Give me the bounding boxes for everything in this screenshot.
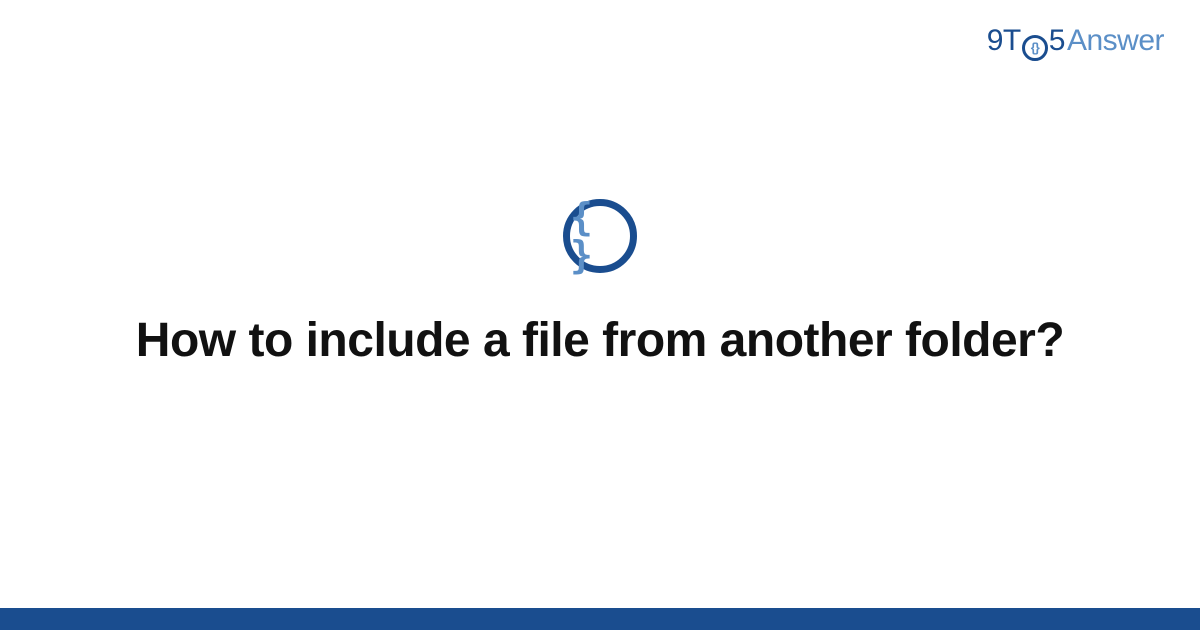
question-title: How to include a file from another folde… — [136, 311, 1064, 371]
footer-accent-bar — [0, 608, 1200, 630]
main-content: { } How to include a file from another f… — [0, 0, 1200, 630]
category-braces-icon: { } — [563, 199, 637, 273]
